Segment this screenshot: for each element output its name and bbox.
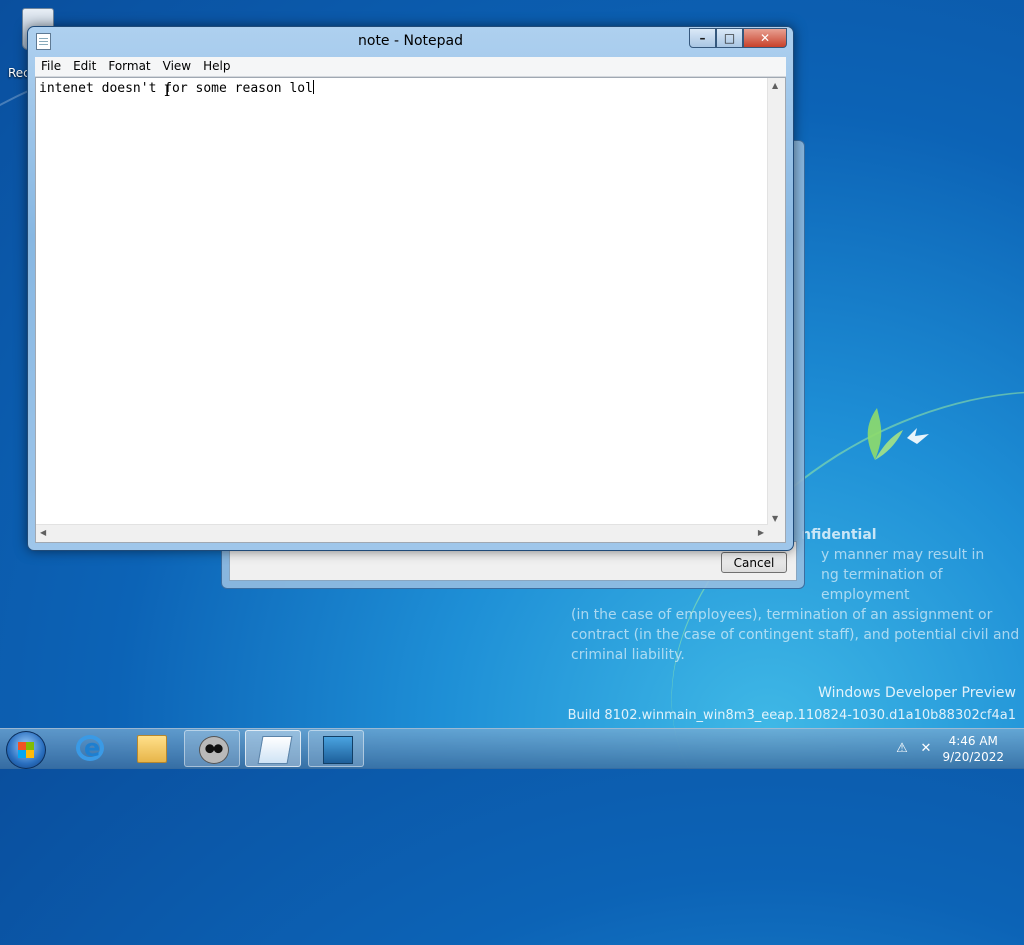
text-caret xyxy=(312,80,314,94)
watermark-title: Windows Developer Preview xyxy=(818,685,1016,701)
remote-desktop-icon xyxy=(323,736,353,764)
document-text: intenet doesn't for some reason lol xyxy=(39,81,313,96)
notepad-window: note - Notepad – □ ✕ File Edit Format View H… xyxy=(27,26,794,551)
start-button[interactable] xyxy=(6,731,46,769)
menu-edit[interactable]: Edit xyxy=(67,57,102,76)
taskbar-remote-desktop[interactable] xyxy=(308,730,364,767)
menu-file[interactable]: File xyxy=(35,57,67,76)
scroll-left-icon[interactable]: ◀ xyxy=(40,528,46,537)
window-title: note - Notepad xyxy=(358,33,463,49)
clock-date: 9/20/2022 xyxy=(942,750,1004,764)
cancel-button[interactable]: Cancel xyxy=(721,552,787,573)
taskbar: ⚠ ✕ 4:46 AM 9/20/2022 xyxy=(0,728,1024,769)
ibeam-cursor-icon: I xyxy=(164,81,171,100)
confidential-line: contract (in the case of contingent staf… xyxy=(571,627,1020,643)
network-icon[interactable]: ⚠ xyxy=(894,741,910,757)
folder-icon xyxy=(137,735,167,763)
maximize-icon: □ xyxy=(723,31,736,45)
resize-grip-icon[interactable] xyxy=(768,525,785,542)
minimize-icon: – xyxy=(699,31,706,45)
taskbar-file-explorer[interactable] xyxy=(123,730,179,767)
confidential-line: criminal liability. xyxy=(571,647,685,663)
menu-view[interactable]: View xyxy=(157,57,197,76)
windows-logo-icon xyxy=(18,742,34,758)
internet-explorer-icon xyxy=(76,734,104,762)
wallpaper-bird-logo xyxy=(867,408,929,460)
vertical-scrollbar[interactable]: ▲ ▼ xyxy=(767,78,785,526)
taskbar-notepad[interactable] xyxy=(245,730,301,767)
text-editor[interactable]: intenet doesn't for some reason lol I ▲ … xyxy=(35,77,786,543)
scroll-right-icon[interactable]: ▶ xyxy=(758,528,764,537)
confidential-line: (in the case of employees), termination … xyxy=(571,607,993,623)
volume-muted-icon[interactable]: ✕ xyxy=(918,741,934,757)
clock[interactable]: 4:46 AM 9/20/2022 xyxy=(942,733,1004,765)
scroll-up-icon[interactable]: ▲ xyxy=(772,81,778,90)
menu-help[interactable]: Help xyxy=(197,57,236,76)
watermark-build: Build 8102.winmain_win8m3_eeap.110824-10… xyxy=(567,708,1016,723)
horizontal-scrollbar[interactable]: ◀ ▶ xyxy=(36,524,768,542)
notepad-icon xyxy=(257,736,293,764)
taskbar-raccoon-app[interactable] xyxy=(184,730,240,767)
system-tray: ⚠ ✕ 4:46 AM 9/20/2022 xyxy=(884,729,1024,769)
maximize-button[interactable]: □ xyxy=(716,28,743,48)
scroll-down-icon[interactable]: ▼ xyxy=(772,514,778,523)
close-icon: ✕ xyxy=(759,31,771,45)
taskbar-internet-explorer[interactable] xyxy=(62,730,118,767)
raccoon-icon xyxy=(199,736,229,764)
document-text-line[interactable]: intenet doesn't for some reason lol xyxy=(39,80,314,96)
close-button[interactable]: ✕ xyxy=(743,28,787,48)
clock-time: 4:46 AM xyxy=(948,734,998,748)
minimize-button[interactable]: – xyxy=(689,28,716,48)
menu-format[interactable]: Format xyxy=(102,57,156,76)
menu-bar: File Edit Format View Help xyxy=(35,57,786,77)
